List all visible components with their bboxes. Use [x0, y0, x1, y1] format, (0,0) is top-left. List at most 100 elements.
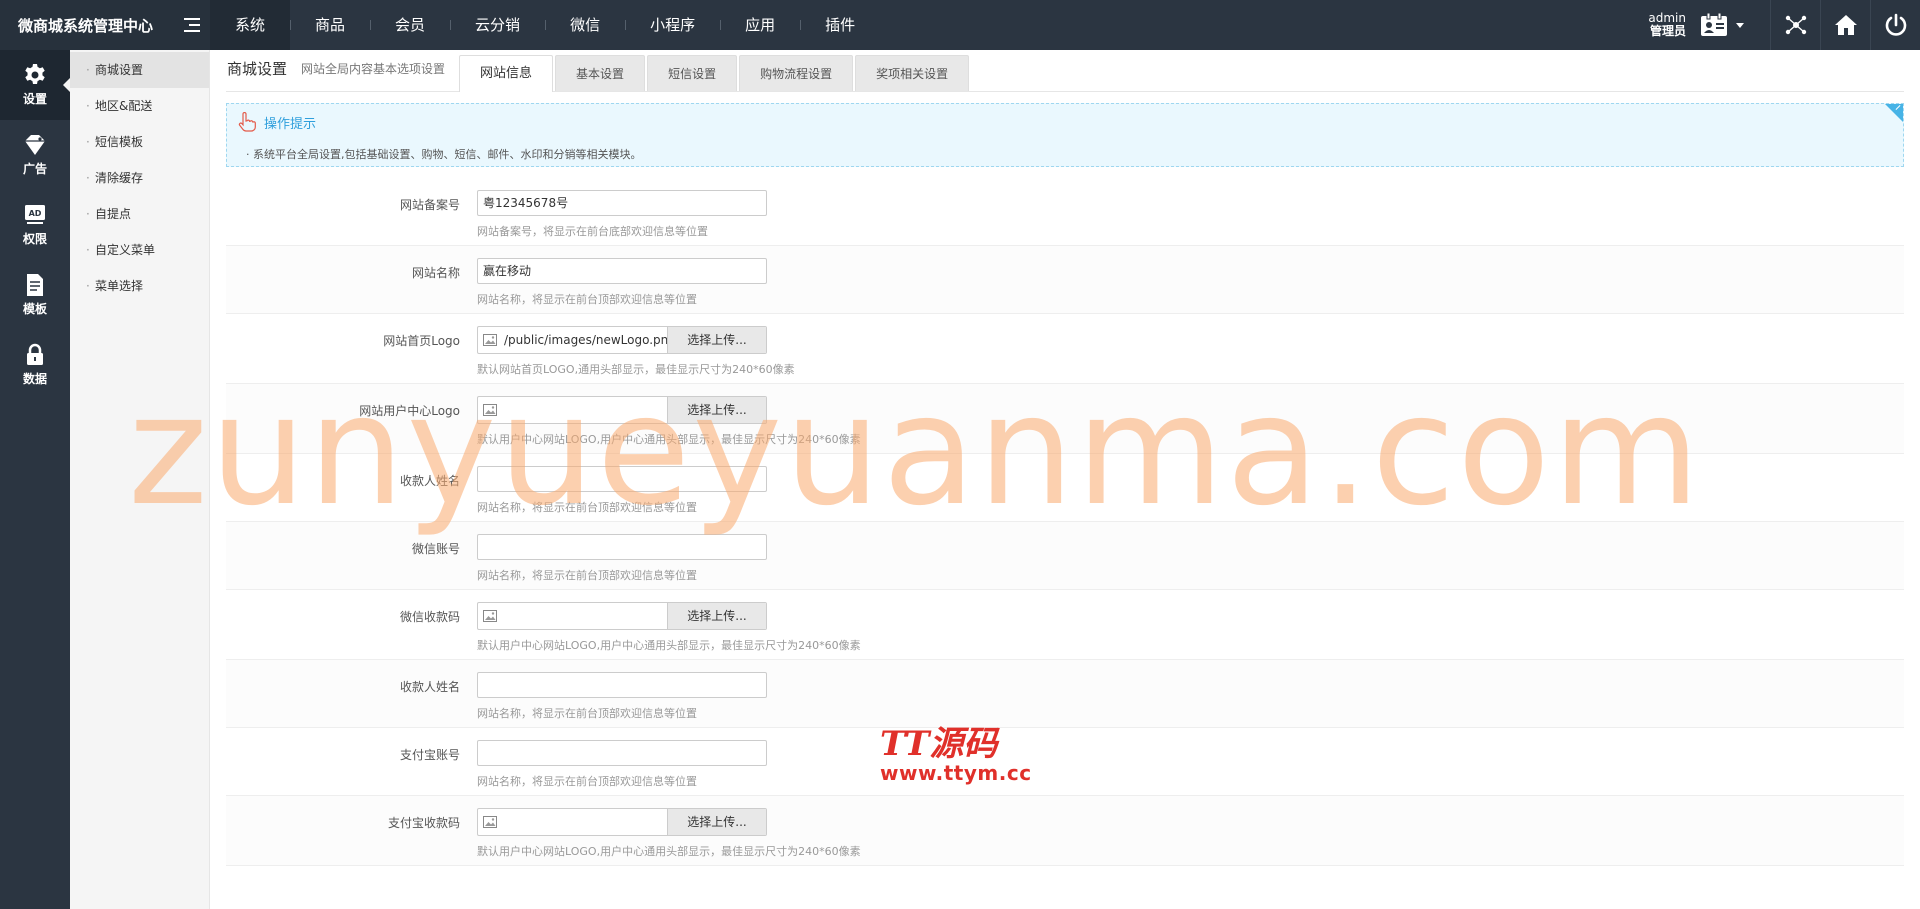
submenu-item-menu-select[interactable]: 菜单选择 — [70, 268, 209, 304]
form-hint: 默认网站首页LOGO,通用头部显示，最佳显示尺寸为240*60像素 — [477, 363, 795, 376]
main-content: 商城设置 网站全局内容基本选项设置 网站信息 基本设置 短信设置 购物流程设置 … — [210, 50, 1920, 909]
tab-shopping-flow[interactable]: 购物流程设置 — [739, 55, 854, 91]
tab-basic-settings[interactable]: 基本设置 — [555, 55, 646, 91]
submenu-item-custom-menu[interactable]: 自定义菜单 — [70, 232, 209, 268]
image-icon — [478, 327, 502, 353]
form-hint: 默认用户中心网站LOGO,用户中心通用头部显示，最佳显示尺寸为240*60像素 — [477, 639, 861, 652]
wechat-qrcode-upload: 选择上传... — [477, 602, 767, 630]
user-role: 管理员 — [1649, 24, 1686, 38]
form-row-icp: 网站备案号 粤12345678号 网站备案号，将显示在前台底部欢迎信息等位置 — [226, 178, 1904, 246]
form-hint: 网站名称，将显示在前台顶部欢迎信息等位置 — [477, 501, 697, 514]
topnav-item-apps[interactable]: 应用 — [720, 0, 800, 50]
user-center-logo-upload-button[interactable]: 选择上传... — [667, 397, 766, 423]
user-center-logo-path[interactable] — [502, 397, 667, 423]
top-right-area: admin 管理员 — [1648, 0, 1920, 50]
form-hint: 网站备案号，将显示在前台底部欢迎信息等位置 — [477, 225, 708, 238]
menu-toggle-icon[interactable] — [184, 18, 200, 32]
tips-title: 操作提示 — [264, 116, 317, 132]
chevron-down-icon[interactable] — [1736, 22, 1744, 28]
image-icon — [478, 603, 502, 629]
tips-header: 操作提示 — [237, 112, 1893, 132]
submenu-item-mall-settings[interactable]: 商城设置 — [70, 52, 209, 88]
topnav-item-members[interactable]: 会员 — [370, 0, 450, 50]
form-row-home-logo: 网站首页Logo /public/images/newLogo.png 选择上传… — [226, 314, 1904, 384]
home-icon[interactable] — [1820, 0, 1870, 50]
alipay-qrcode-upload-button[interactable]: 选择上传... — [667, 809, 766, 835]
alipay-qrcode-path[interactable] — [502, 809, 667, 835]
form-row-wechat-qrcode: 微信收款码 选择上传... 默认用户中心网站LOGO,用户中心通用头部显示，最佳… — [226, 590, 1904, 660]
form-label: 网站备案号 — [399, 198, 460, 212]
user-center-logo-upload: 选择上传... — [477, 396, 767, 424]
iconbar-label: 设置 — [22, 92, 47, 106]
tab-site-info[interactable]: 网站信息 — [459, 55, 554, 92]
iconbar-item-permissions[interactable]: AD 权限 — [0, 190, 70, 260]
topnav-item-goods[interactable]: 商品 — [290, 0, 370, 50]
form-row-wechat-account: 微信账号 网站名称，将显示在前台顶部欢迎信息等位置 — [226, 522, 1904, 590]
sitemap-icon[interactable] — [1770, 0, 1820, 50]
top-bar: 微商城系统管理中心 系统 商品 会员 云分销 微信 小程序 应用 插件 admi… — [0, 0, 1920, 50]
alipay-qrcode-upload: 选择上传... — [477, 808, 767, 836]
site-name-input[interactable]: 赢在移动 — [477, 258, 767, 284]
lock-icon — [27, 343, 43, 365]
power-icon[interactable] — [1870, 0, 1920, 50]
iconbar-label: 权限 — [22, 232, 47, 246]
tab-sms-settings[interactable]: 短信设置 — [647, 55, 738, 91]
alipay-account-input[interactable] — [477, 740, 767, 766]
submenu-item-pickup-points[interactable]: 自提点 — [70, 196, 209, 232]
topnav-item-miniprogram[interactable]: 小程序 — [625, 0, 720, 50]
tab-award-settings[interactable]: 奖项相关设置 — [855, 55, 970, 91]
submenu-item-region-delivery[interactable]: 地区&配送 — [70, 88, 209, 124]
submenu-item-sms-template[interactable]: 短信模板 — [70, 124, 209, 160]
topnav-item-plugins[interactable]: 插件 — [800, 0, 880, 50]
icp-number-input[interactable]: 粤12345678号 — [477, 190, 767, 216]
page-header: 商城设置 网站全局内容基本选项设置 网站信息 基本设置 短信设置 购物流程设置 … — [226, 50, 1904, 92]
form-hint: 网站名称，将显示在前台顶部欢迎信息等位置 — [477, 293, 697, 306]
form-hint: 默认用户中心网站LOGO,用户中心通用头部显示，最佳显示尺寸为240*60像素 — [477, 845, 861, 858]
iconbar-item-ads[interactable]: 广告 — [0, 120, 70, 190]
wechat-qrcode-path[interactable] — [502, 603, 667, 629]
form-label: 网站首页Logo — [383, 334, 460, 348]
topnav-item-wechat[interactable]: 微信 — [545, 0, 625, 50]
id-card-icon[interactable] — [1700, 12, 1728, 37]
document-icon — [27, 274, 43, 296]
form-row-user-center-logo: 网站用户中心Logo 选择上传... 默认用户中心网站LOGO,用户中心通用头部… — [226, 384, 1904, 454]
form-hint: 默认用户中心网站LOGO,用户中心通用头部显示，最佳显示尺寸为240*60像素 — [477, 433, 861, 446]
home-logo-path[interactable]: /public/images/newLogo.png — [502, 327, 667, 353]
form-hint: 网站名称，将显示在前台顶部欢迎信息等位置 — [477, 569, 697, 582]
gear-icon — [25, 64, 45, 84]
wechat-qrcode-upload-button[interactable]: 选择上传... — [667, 603, 766, 629]
form-label: 网站名称 — [411, 266, 460, 280]
iconbar-label: 广告 — [22, 162, 47, 176]
tips-text: · 系统平台全局设置,包括基础设置、购物、短信、邮件、水印和分销等相关模块。 — [246, 148, 642, 161]
user-info[interactable]: admin 管理员 — [1648, 12, 1686, 38]
svg-text:AD: AD — [29, 209, 42, 218]
payee-name-input-2[interactable] — [477, 672, 767, 698]
iconbar-item-settings[interactable]: 设置 — [0, 50, 70, 120]
home-logo-upload-button[interactable]: 选择上传... — [667, 327, 766, 353]
submenu-item-clear-cache[interactable]: 清除缓存 — [70, 160, 209, 196]
form-row-payee-name-2: 收款人姓名 网站名称，将显示在前台顶部欢迎信息等位置 — [226, 660, 1904, 728]
page-title: 商城设置 — [227, 60, 288, 78]
image-icon — [478, 809, 502, 835]
wechat-account-input[interactable] — [477, 534, 767, 560]
payee-name-input[interactable] — [477, 466, 767, 492]
form-label: 微信收款码 — [399, 610, 460, 624]
iconbar-item-data[interactable]: 数据 — [0, 330, 70, 400]
collapse-corner-icon[interactable] — [1885, 104, 1903, 122]
icon-sidebar: 设置 广告 AD 权限 模板 数据 — [0, 50, 70, 909]
topnav-item-distribution[interactable]: 云分销 — [450, 0, 545, 50]
form-row-alipay-account: 支付宝账号 网站名称，将显示在前台顶部欢迎信息等位置 — [226, 728, 1904, 796]
iconbar-item-templates[interactable]: 模板 — [0, 260, 70, 330]
page-subtitle: 网站全局内容基本选项设置 — [301, 62, 446, 76]
form-hint: 网站名称，将显示在前台顶部欢迎信息等位置 — [477, 707, 697, 720]
form-label: 网站用户中心Logo — [359, 404, 460, 418]
form-label: 收款人姓名 — [399, 474, 460, 488]
iconbar-label: 模板 — [22, 302, 47, 316]
sub-menu: 商城设置 地区&配送 短信模板 清除缓存 自提点 自定义菜单 菜单选择 — [70, 50, 210, 909]
ad-screen-icon: AD — [25, 205, 45, 224]
pointer-hand-icon — [238, 112, 256, 132]
topnav-item-system[interactable]: 系统 — [210, 0, 291, 50]
form-label: 支付宝账号 — [399, 748, 460, 762]
diamond-tag-icon — [25, 135, 45, 155]
form-label: 支付宝收款码 — [387, 816, 460, 830]
